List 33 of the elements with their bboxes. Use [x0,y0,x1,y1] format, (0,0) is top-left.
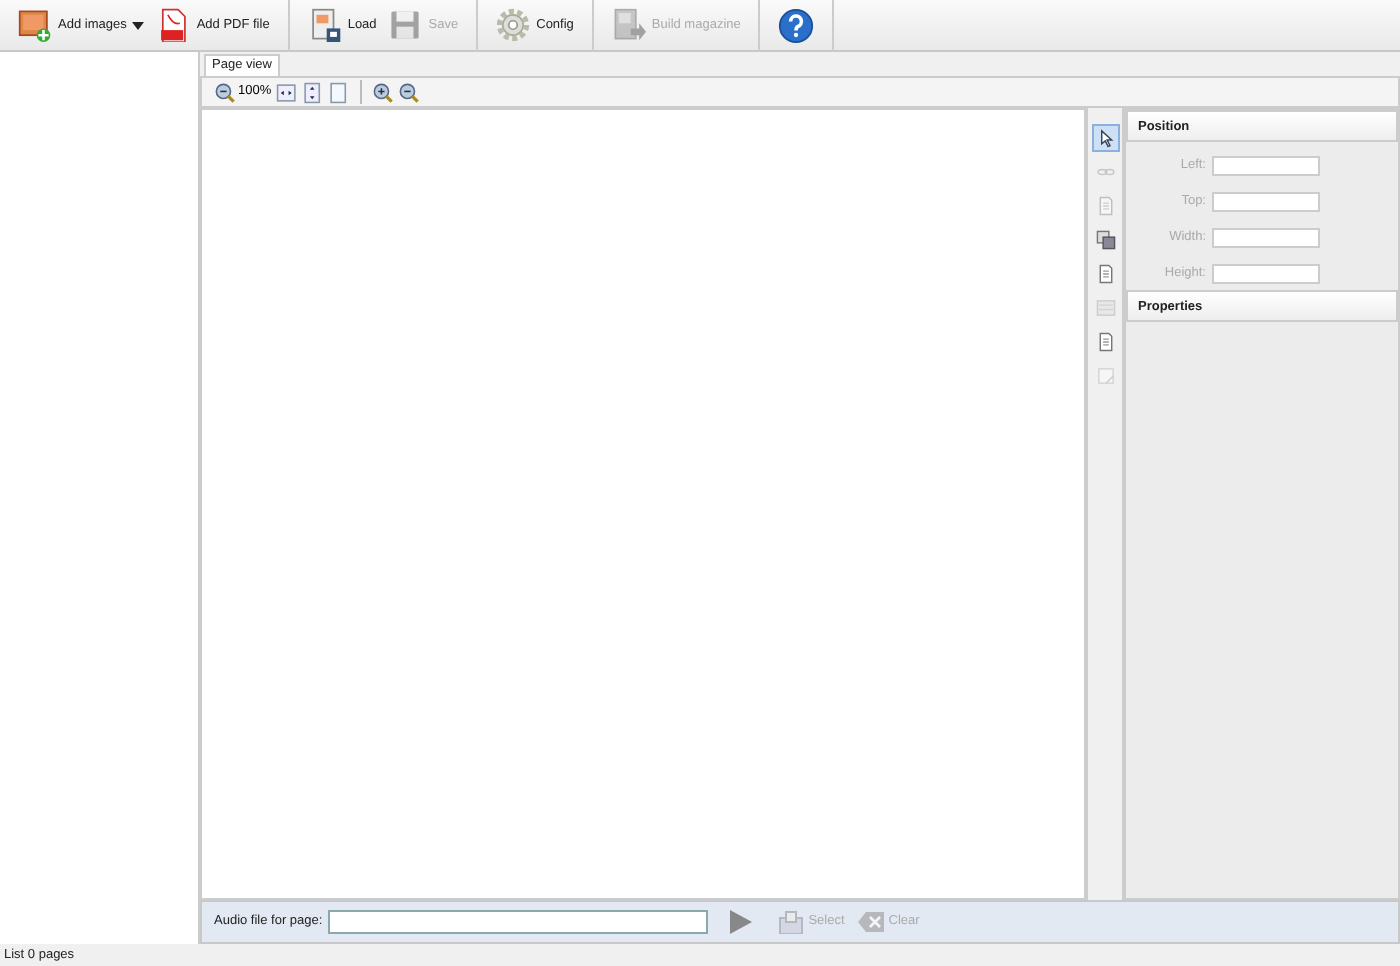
pointer-icon [1095,128,1115,148]
tool-button[interactable] [1091,124,1119,152]
pdf-file-icon [156,8,191,42]
help-icon [778,7,815,43]
document-icon [1095,196,1115,216]
zoom-out-icon [214,81,236,103]
document-icon [1095,264,1115,284]
save-icon [388,8,423,42]
clear-icon [858,910,885,934]
zoom-out-button[interactable] [397,79,420,105]
gear-icon [496,8,531,42]
fit-height-icon [301,81,324,103]
caret-icon [132,21,145,29]
folder-icon [778,910,805,934]
zoom-in-button[interactable] [371,79,394,105]
document-icon [1095,332,1115,352]
audio-file-field[interactable] [328,910,709,934]
picture-icon [18,8,52,42]
fit-width-icon [275,81,298,103]
play-button[interactable] [726,910,757,934]
zoom-out-icon [397,81,420,103]
crop-icon [1095,366,1115,386]
document-icon [307,8,342,42]
build-icon [611,8,646,42]
zoom-in-icon [371,81,394,103]
play-icon [730,910,753,934]
fit-height-button[interactable] [301,79,324,105]
page-button[interactable] [327,79,350,105]
page-icon [327,81,350,103]
tool-button[interactable] [1091,226,1119,254]
fit-width-button[interactable] [275,79,298,105]
images-icon [1095,230,1115,250]
lines-icon [1095,298,1115,318]
